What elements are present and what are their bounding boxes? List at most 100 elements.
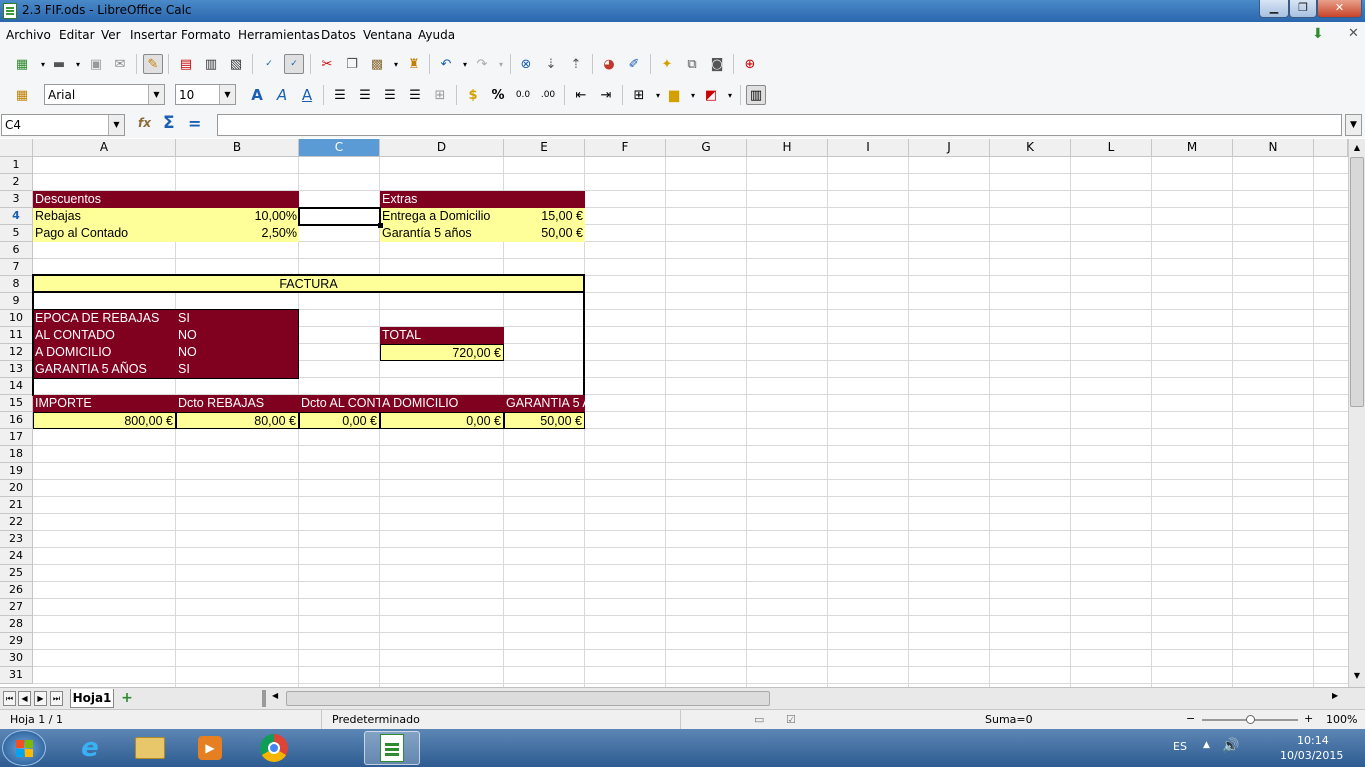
row-header-31[interactable]: 31 (0, 667, 33, 684)
fill-handle[interactable] (378, 223, 383, 228)
column-header-i[interactable]: I (828, 139, 909, 157)
vertical-scroll-thumb[interactable] (1350, 157, 1364, 407)
cell-b12[interactable]: NO (176, 344, 299, 361)
cell-e4[interactable]: 15,00 € (504, 208, 585, 225)
chevron-down-icon[interactable]: ▼ (148, 85, 164, 104)
insert-chart-icon[interactable]: ◕ (599, 54, 619, 74)
chevron-down-icon[interactable]: ▼ (108, 115, 124, 135)
row-header-1[interactable]: 1 (0, 157, 33, 174)
cell-b10[interactable]: SI (176, 310, 299, 327)
show-hidden-icons[interactable]: ▲ (1203, 740, 1210, 750)
print-icon[interactable]: ▥ (201, 54, 221, 74)
clone-formatting-icon[interactable]: ♜ (404, 54, 424, 74)
row-header-5[interactable]: 5 (0, 225, 33, 242)
row-header-17[interactable]: 17 (0, 429, 33, 446)
cell-b11[interactable]: NO (176, 327, 299, 344)
menu-formato[interactable]: Formato (181, 28, 231, 42)
column-header-k[interactable]: K (990, 139, 1071, 157)
background-color-icon[interactable]: ▆ (664, 85, 684, 105)
email-icon[interactable]: ✉ (110, 54, 130, 74)
column-header-e[interactable]: E (504, 139, 585, 157)
minimize-button[interactable]: ▁ (1259, 0, 1289, 18)
sheet-tab-hoja1[interactable]: Hoja1 (70, 689, 114, 708)
chevron-down-icon[interactable]: ▼ (219, 85, 235, 104)
cell-a10[interactable]: EPOCA DE REBAJAS (33, 310, 176, 327)
add-sheet-icon[interactable]: + (117, 690, 137, 707)
row-header-8[interactable]: 8 (0, 276, 33, 293)
chrome-icon[interactable] (246, 731, 302, 765)
file-explorer-icon[interactable] (122, 731, 178, 765)
cell-a11[interactable]: AL CONTADO (33, 327, 176, 344)
first-sheet-icon[interactable]: ⏮ (3, 691, 16, 706)
close-document-icon[interactable]: ✕ (1348, 26, 1359, 41)
menu-ventana[interactable]: Ventana (363, 28, 412, 42)
zoom-in-icon[interactable]: + (1304, 712, 1313, 725)
internet-explorer-icon[interactable]: e (62, 731, 118, 765)
gallery-icon[interactable]: ⧉ (682, 54, 702, 74)
menu-ayuda[interactable]: Ayuda (418, 28, 455, 42)
row-header-18[interactable]: 18 (0, 446, 33, 463)
row-header-21[interactable]: 21 (0, 497, 33, 514)
scroll-down-icon[interactable]: ▼ (1350, 669, 1364, 683)
row-header-4[interactable]: 4 (0, 208, 33, 225)
scroll-left-icon[interactable]: ◀ (272, 691, 278, 700)
print-preview-icon[interactable]: ▧ (226, 54, 246, 74)
column-header-b[interactable]: B (176, 139, 299, 157)
column-header-h[interactable]: H (747, 139, 828, 157)
column-header-m[interactable]: M (1152, 139, 1233, 157)
column-header-g[interactable]: G (666, 139, 747, 157)
cell-e5[interactable]: 50,00 € (504, 225, 585, 242)
undo-icon[interactable]: ↶ (436, 54, 456, 74)
row-header-12[interactable]: 12 (0, 344, 33, 361)
row-header-6[interactable]: 6 (0, 242, 33, 259)
save-icon[interactable]: ▣ (86, 54, 106, 74)
cell-b5[interactable]: 2,50% (176, 225, 299, 242)
select-all-corner[interactable] (0, 139, 33, 157)
row-header-16[interactable]: 16 (0, 412, 33, 429)
row-header-20[interactable]: 20 (0, 480, 33, 497)
align-left-icon[interactable]: ☰ (330, 85, 350, 105)
justify-icon[interactable]: ☰ (405, 85, 425, 105)
cell-b15[interactable]: Dcto REBAJAS (176, 395, 299, 412)
row-header-15[interactable]: 15 (0, 395, 33, 412)
row-header-27[interactable]: 27 (0, 599, 33, 616)
navigator-icon[interactable]: ✦ (657, 54, 677, 74)
menu-datos[interactable]: Datos (321, 28, 356, 42)
scroll-up-icon[interactable]: ▲ (1350, 141, 1364, 155)
standard-format-icon[interactable]: 0.0 (513, 85, 533, 105)
data-sources-icon[interactable]: ◙ (707, 54, 727, 74)
row-header-13[interactable]: 13 (0, 361, 33, 378)
language-indicator[interactable]: ES (1173, 740, 1187, 753)
row-header-25[interactable]: 25 (0, 565, 33, 582)
row-header-11[interactable]: 11 (0, 327, 33, 344)
row-header-23[interactable]: 23 (0, 531, 33, 548)
name-box[interactable]: C4 ▼ (1, 114, 125, 136)
decrease-indent-icon[interactable]: ⇤ (571, 85, 591, 105)
redo-icon[interactable]: ↷ (472, 54, 492, 74)
next-sheet-icon[interactable]: ▶ (34, 691, 47, 706)
column-header-l[interactable]: L (1071, 139, 1152, 157)
libreoffice-calc-taskbar-icon[interactable] (364, 731, 420, 765)
row-header-26[interactable]: 26 (0, 582, 33, 599)
zoom-slider-knob[interactable] (1246, 715, 1255, 724)
hyperlink-icon[interactable]: ⊗ (516, 54, 536, 74)
row-header-22[interactable]: 22 (0, 514, 33, 531)
row-header-30[interactable]: 30 (0, 650, 33, 667)
paste-dropdown-icon[interactable]: ▾ (386, 54, 406, 74)
cell-c16[interactable]: 0,00 € (299, 412, 380, 429)
menu-editar[interactable]: Editar (59, 28, 95, 42)
font-color-dropdown-icon[interactable]: ▾ (720, 85, 740, 105)
row-header-9[interactable]: 9 (0, 293, 33, 310)
column-header-c[interactable]: C (299, 139, 380, 157)
borders-icon[interactable]: ⊞ (629, 85, 649, 105)
horizontal-scroll-thumb[interactable] (286, 691, 770, 706)
cell-a16[interactable]: 800,00 € (33, 412, 176, 429)
column-header-n[interactable]: N (1233, 139, 1314, 157)
selection-mode-icon[interactable]: ▭ (754, 713, 764, 726)
column-header-d[interactable]: D (380, 139, 504, 157)
update-download-icon[interactable]: ⬇ (1312, 26, 1324, 42)
cell-e16[interactable]: 50,00 € (504, 412, 585, 429)
bold-icon[interactable]: A (247, 85, 267, 105)
row-header-24[interactable]: 24 (0, 548, 33, 565)
font-color-icon[interactable]: ◩ (701, 85, 721, 105)
